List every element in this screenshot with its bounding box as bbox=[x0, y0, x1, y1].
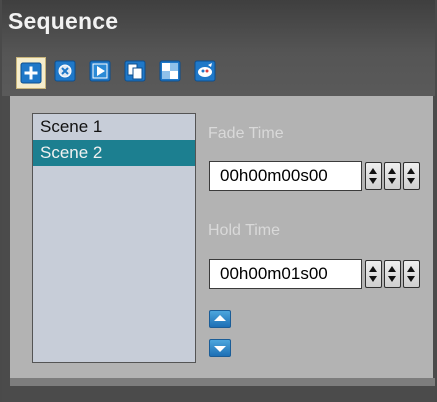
bottom-divider bbox=[10, 378, 435, 386]
paste-icon bbox=[159, 60, 181, 82]
play-button[interactable] bbox=[86, 57, 114, 85]
copy-icon bbox=[124, 60, 146, 82]
scene-list[interactable]: Scene 1 Scene 2 bbox=[32, 113, 196, 363]
arrow-up-icon bbox=[214, 315, 226, 321]
hold-time-label: Hold Time bbox=[208, 222, 281, 239]
hold-time-control bbox=[209, 259, 429, 289]
fade-minutes-spinner[interactable] bbox=[384, 162, 401, 190]
fade-seconds-spinner[interactable] bbox=[403, 162, 420, 190]
hold-hours-spinner[interactable] bbox=[365, 260, 382, 288]
fade-time-input[interactable] bbox=[209, 161, 362, 191]
fade-time-control bbox=[209, 161, 429, 191]
add-button[interactable] bbox=[16, 57, 46, 89]
arrow-down-icon bbox=[214, 346, 226, 352]
move-up-button[interactable] bbox=[209, 310, 231, 328]
move-down-button[interactable] bbox=[209, 339, 231, 357]
hold-time-spinners bbox=[365, 260, 423, 288]
fade-hours-spinner[interactable] bbox=[365, 162, 382, 190]
fade-time-spinners bbox=[365, 162, 423, 190]
scene-list-item-1[interactable]: Scene 1 bbox=[33, 114, 195, 140]
hold-seconds-spinner[interactable] bbox=[403, 260, 420, 288]
paste-button[interactable] bbox=[156, 57, 184, 85]
content-area: Scene 1 Scene 2 Fade Time Hold Time bbox=[10, 96, 433, 378]
panel-header: Sequence bbox=[2, 0, 435, 96]
scene-list-item-2[interactable]: Scene 2 bbox=[33, 140, 195, 166]
play-icon bbox=[89, 60, 111, 82]
panel-title: Sequence bbox=[8, 8, 119, 34]
sequence-panel: Sequence Scene 1 Scene 2 Fade Time 00h00… bbox=[2, 0, 435, 402]
edit-icon bbox=[194, 60, 216, 82]
hold-minutes-spinner[interactable] bbox=[384, 260, 401, 288]
fade-time-label: Fade Time bbox=[208, 125, 284, 142]
copy-button[interactable] bbox=[121, 57, 149, 85]
remove-icon bbox=[54, 60, 76, 82]
remove-button[interactable] bbox=[51, 57, 79, 85]
edit-button[interactable] bbox=[191, 57, 219, 85]
hold-time-input[interactable] bbox=[209, 259, 362, 289]
add-icon bbox=[20, 62, 42, 84]
